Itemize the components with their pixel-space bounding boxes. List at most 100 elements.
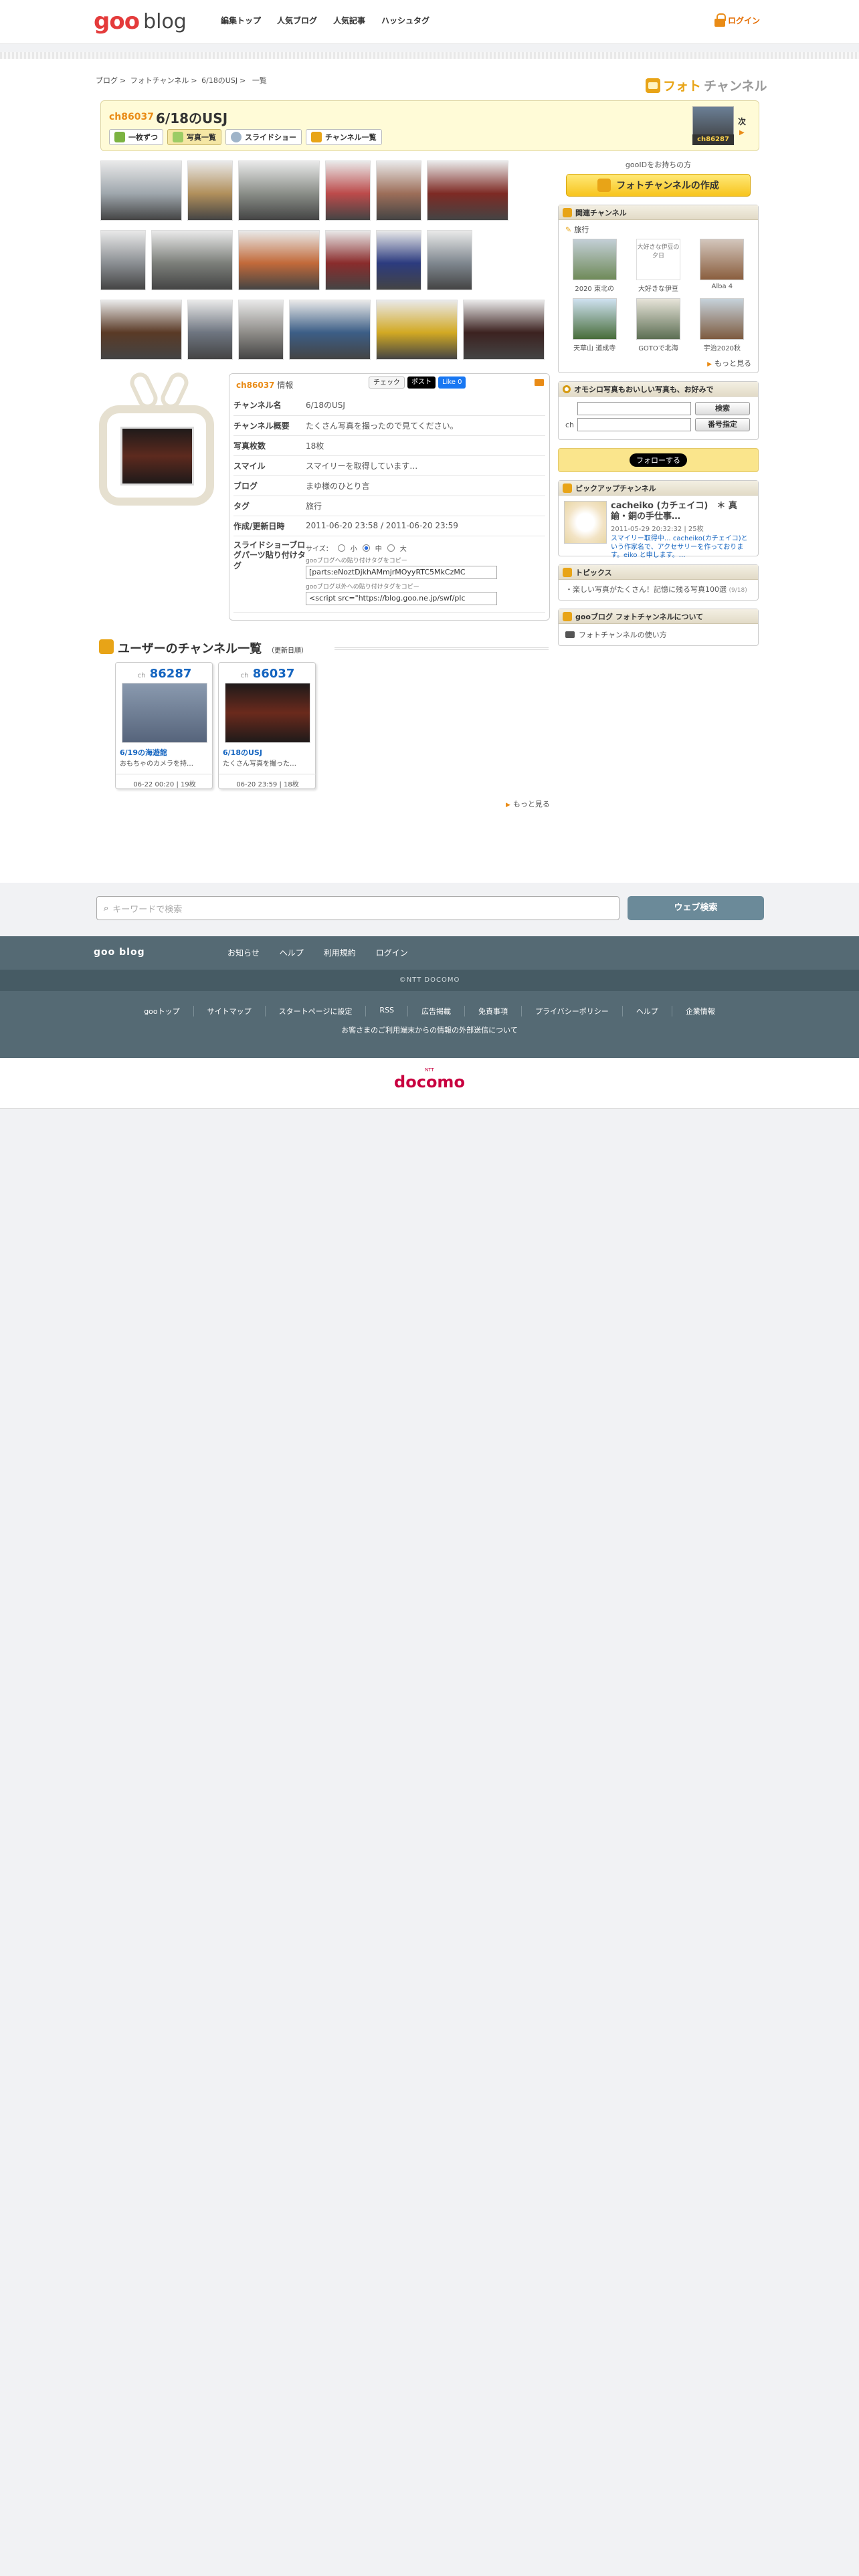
- more-link[interactable]: もっと見る: [559, 355, 758, 372]
- photo-thumbnail[interactable]: [289, 300, 371, 360]
- table-row: スマイル スマイリーを取得しています…: [233, 455, 545, 476]
- docomo-logo[interactable]: docomo: [0, 1073, 859, 1091]
- check-button[interactable]: チェック: [369, 377, 405, 389]
- photochannel-logo[interactable]: フォト チャンネル: [646, 76, 767, 94]
- photo-thumbnail[interactable]: [376, 230, 421, 290]
- footer-link[interactable]: ヘルプ: [623, 1006, 672, 1016]
- keyword-search-input[interactable]: [577, 402, 691, 415]
- nav-popular-blog[interactable]: 人気ブログ: [277, 15, 317, 26]
- related-item[interactable]: 大好きな伊豆の夕日 大好きな伊豆: [626, 239, 690, 293]
- next-channel[interactable]: ch86287 次 ▶: [690, 105, 755, 148]
- footer-link[interactable]: RSS: [366, 1006, 409, 1016]
- one-by-one-icon: [114, 132, 125, 142]
- x-post-button[interactable]: ポスト: [407, 377, 436, 389]
- channel-tv-thumbnail: [99, 369, 219, 506]
- blog-link[interactable]: まゆ様のひとり言: [306, 475, 545, 496]
- footer-terms[interactable]: 利用規約: [324, 947, 356, 958]
- breadcrumb-channel[interactable]: 6/18のUSJ: [201, 76, 237, 85]
- photo-thumbnail[interactable]: [238, 160, 320, 221]
- goo-blog-logo[interactable]: goo blog: [94, 8, 187, 35]
- channel-number-input[interactable]: [577, 418, 691, 431]
- footer-help[interactable]: ヘルプ: [280, 947, 304, 958]
- web-search-button[interactable]: ウェブ検索: [628, 896, 764, 920]
- channel-card[interactable]: ch 86287 6/19の海遊館 おもちゃのカメラを持… 06-22 00:2…: [115, 662, 213, 789]
- size-large-radio[interactable]: [387, 544, 395, 552]
- next-channel-badge: ch86287: [692, 134, 734, 145]
- goo-embed-code[interactable]: [parts:eNoztDjkhAMmjrMOyyRTC5MkCzMC: [306, 565, 497, 579]
- photo-thumbnail[interactable]: [187, 300, 233, 360]
- photo-thumbnail[interactable]: [187, 160, 233, 221]
- create-channel-button[interactable]: フォトチャンネルの作成: [566, 174, 751, 197]
- related-item[interactable]: 天草山 道成寺: [563, 298, 626, 352]
- facebook-like-button[interactable]: Like 0: [438, 377, 466, 389]
- pickup-thumbnail[interactable]: [564, 501, 607, 544]
- size-medium-radio[interactable]: [362, 544, 370, 552]
- photo-thumbnail[interactable]: [100, 230, 146, 290]
- table-row: 写真枚数 18枚: [233, 435, 545, 456]
- more-link[interactable]: もっと見る: [506, 798, 550, 809]
- x-follow-button[interactable]: フォローする: [630, 453, 687, 467]
- channel-search: オモシロ写真もおいしい写真も、お好みで 検索 ch 番号指定: [558, 381, 759, 440]
- photo-thumbnail[interactable]: [376, 300, 458, 360]
- tag-link[interactable]: 旅行: [574, 224, 589, 235]
- footer-link[interactable]: 免責事項: [465, 1006, 522, 1016]
- breadcrumb-blog[interactable]: ブログ: [96, 76, 118, 85]
- photo-thumbnail[interactable]: [427, 230, 472, 290]
- other-embed-code[interactable]: <script src="https://blog.goo.ne.jp/swf/…: [306, 591, 497, 605]
- pickup-name[interactable]: cacheiko (カチェイコ) ＊ 真鍮・銅の手仕事…: [611, 501, 753, 523]
- footer-brand[interactable]: goo blog: [94, 947, 145, 958]
- photo-thumbnail[interactable]: [238, 300, 284, 360]
- tab-one-by-one[interactable]: 一枚ずつ: [109, 129, 163, 145]
- breadcrumb-photochannel[interactable]: フォトチャンネル: [130, 76, 189, 85]
- related-item[interactable]: GOTOで北海: [626, 298, 690, 352]
- external-transmission-note[interactable]: お客さまのご利用端末からの情報の外部送信について: [0, 1025, 859, 1035]
- breadcrumb-current: 一覧: [252, 76, 267, 85]
- search-button[interactable]: 検索: [695, 402, 750, 415]
- channel-card-thumbnail[interactable]: [122, 683, 207, 743]
- photo-thumbnail[interactable]: [100, 160, 182, 221]
- footer-link[interactable]: プライバシーポリシー: [522, 1006, 623, 1016]
- related-item[interactable]: 宇治2020秋: [690, 298, 754, 352]
- photo-thumbnail[interactable]: [151, 230, 233, 290]
- copy-other-tag[interactable]: gooブログ以外への貼り付けタグをコピー: [306, 582, 545, 591]
- photo-thumbnail[interactable]: [238, 230, 320, 290]
- topic-link[interactable]: 楽しい写真がたくさん！記憶に残る写真100選: [573, 585, 727, 594]
- tag-link[interactable]: 旅行: [306, 496, 545, 516]
- number-search-button[interactable]: 番号指定: [695, 418, 750, 431]
- tab-channel-list[interactable]: チャンネル一覧: [306, 129, 382, 145]
- photo-thumbnail[interactable]: [100, 300, 182, 360]
- nav-hashtag[interactable]: ハッシュタグ: [381, 15, 430, 26]
- logo-part1: フォト: [663, 79, 702, 94]
- channel-card-thumbnail[interactable]: [225, 683, 310, 743]
- channel-card[interactable]: ch 86037 6/18のUSJ たくさん写真を撮った… 06-20 23:5…: [218, 662, 316, 789]
- footer-link[interactable]: サイトマップ: [194, 1006, 266, 1016]
- size-small-radio[interactable]: [337, 544, 345, 552]
- tab-photo-list[interactable]: 写真一覧: [167, 129, 221, 145]
- photo-thumbnail[interactable]: [325, 160, 371, 221]
- tv-screen-photo[interactable]: [120, 427, 194, 486]
- footer-link[interactable]: gooトップ: [130, 1006, 194, 1016]
- photo-thumbnail[interactable]: [325, 230, 371, 290]
- related-item[interactable]: Alba 4: [690, 239, 754, 293]
- nav-edit-top[interactable]: 編集トップ: [221, 15, 261, 26]
- footer-link[interactable]: スタートページに設定: [266, 1006, 367, 1016]
- copy-goo-tag[interactable]: gooブログへの貼り付けタグをコピー: [306, 556, 545, 564]
- footer-news[interactable]: お知らせ: [227, 947, 260, 958]
- tab-slideshow[interactable]: スライドショー: [225, 129, 302, 145]
- footer-login[interactable]: ログイン: [376, 947, 408, 958]
- howto-link[interactable]: フォトチャンネルの使い方: [579, 629, 667, 640]
- login-label: ログイン: [728, 15, 761, 25]
- web-search-input[interactable]: ⌕ キーワードで検索: [96, 896, 619, 920]
- info-heading: ch86037 情報: [236, 381, 294, 390]
- login-link[interactable]: ログイン: [714, 13, 760, 27]
- global-nav: 編集トップ 人気ブログ 人気記事 ハッシュタグ: [221, 15, 430, 26]
- sidebar: gooIDをお持ちの方 フォトチャンネルの作成 関連チャンネル ✎ 旅行 2020…: [558, 159, 759, 646]
- related-item[interactable]: 2020 東北の: [563, 239, 626, 293]
- photo-thumbnail[interactable]: [427, 160, 508, 221]
- footer-link[interactable]: 広告掲載: [408, 1006, 466, 1016]
- mail-icon[interactable]: [535, 379, 544, 386]
- photo-thumbnail[interactable]: [463, 300, 545, 360]
- footer-link[interactable]: 企業情報: [672, 1006, 729, 1016]
- nav-popular-article[interactable]: 人気記事: [333, 15, 365, 26]
- photo-thumbnail[interactable]: [376, 160, 421, 221]
